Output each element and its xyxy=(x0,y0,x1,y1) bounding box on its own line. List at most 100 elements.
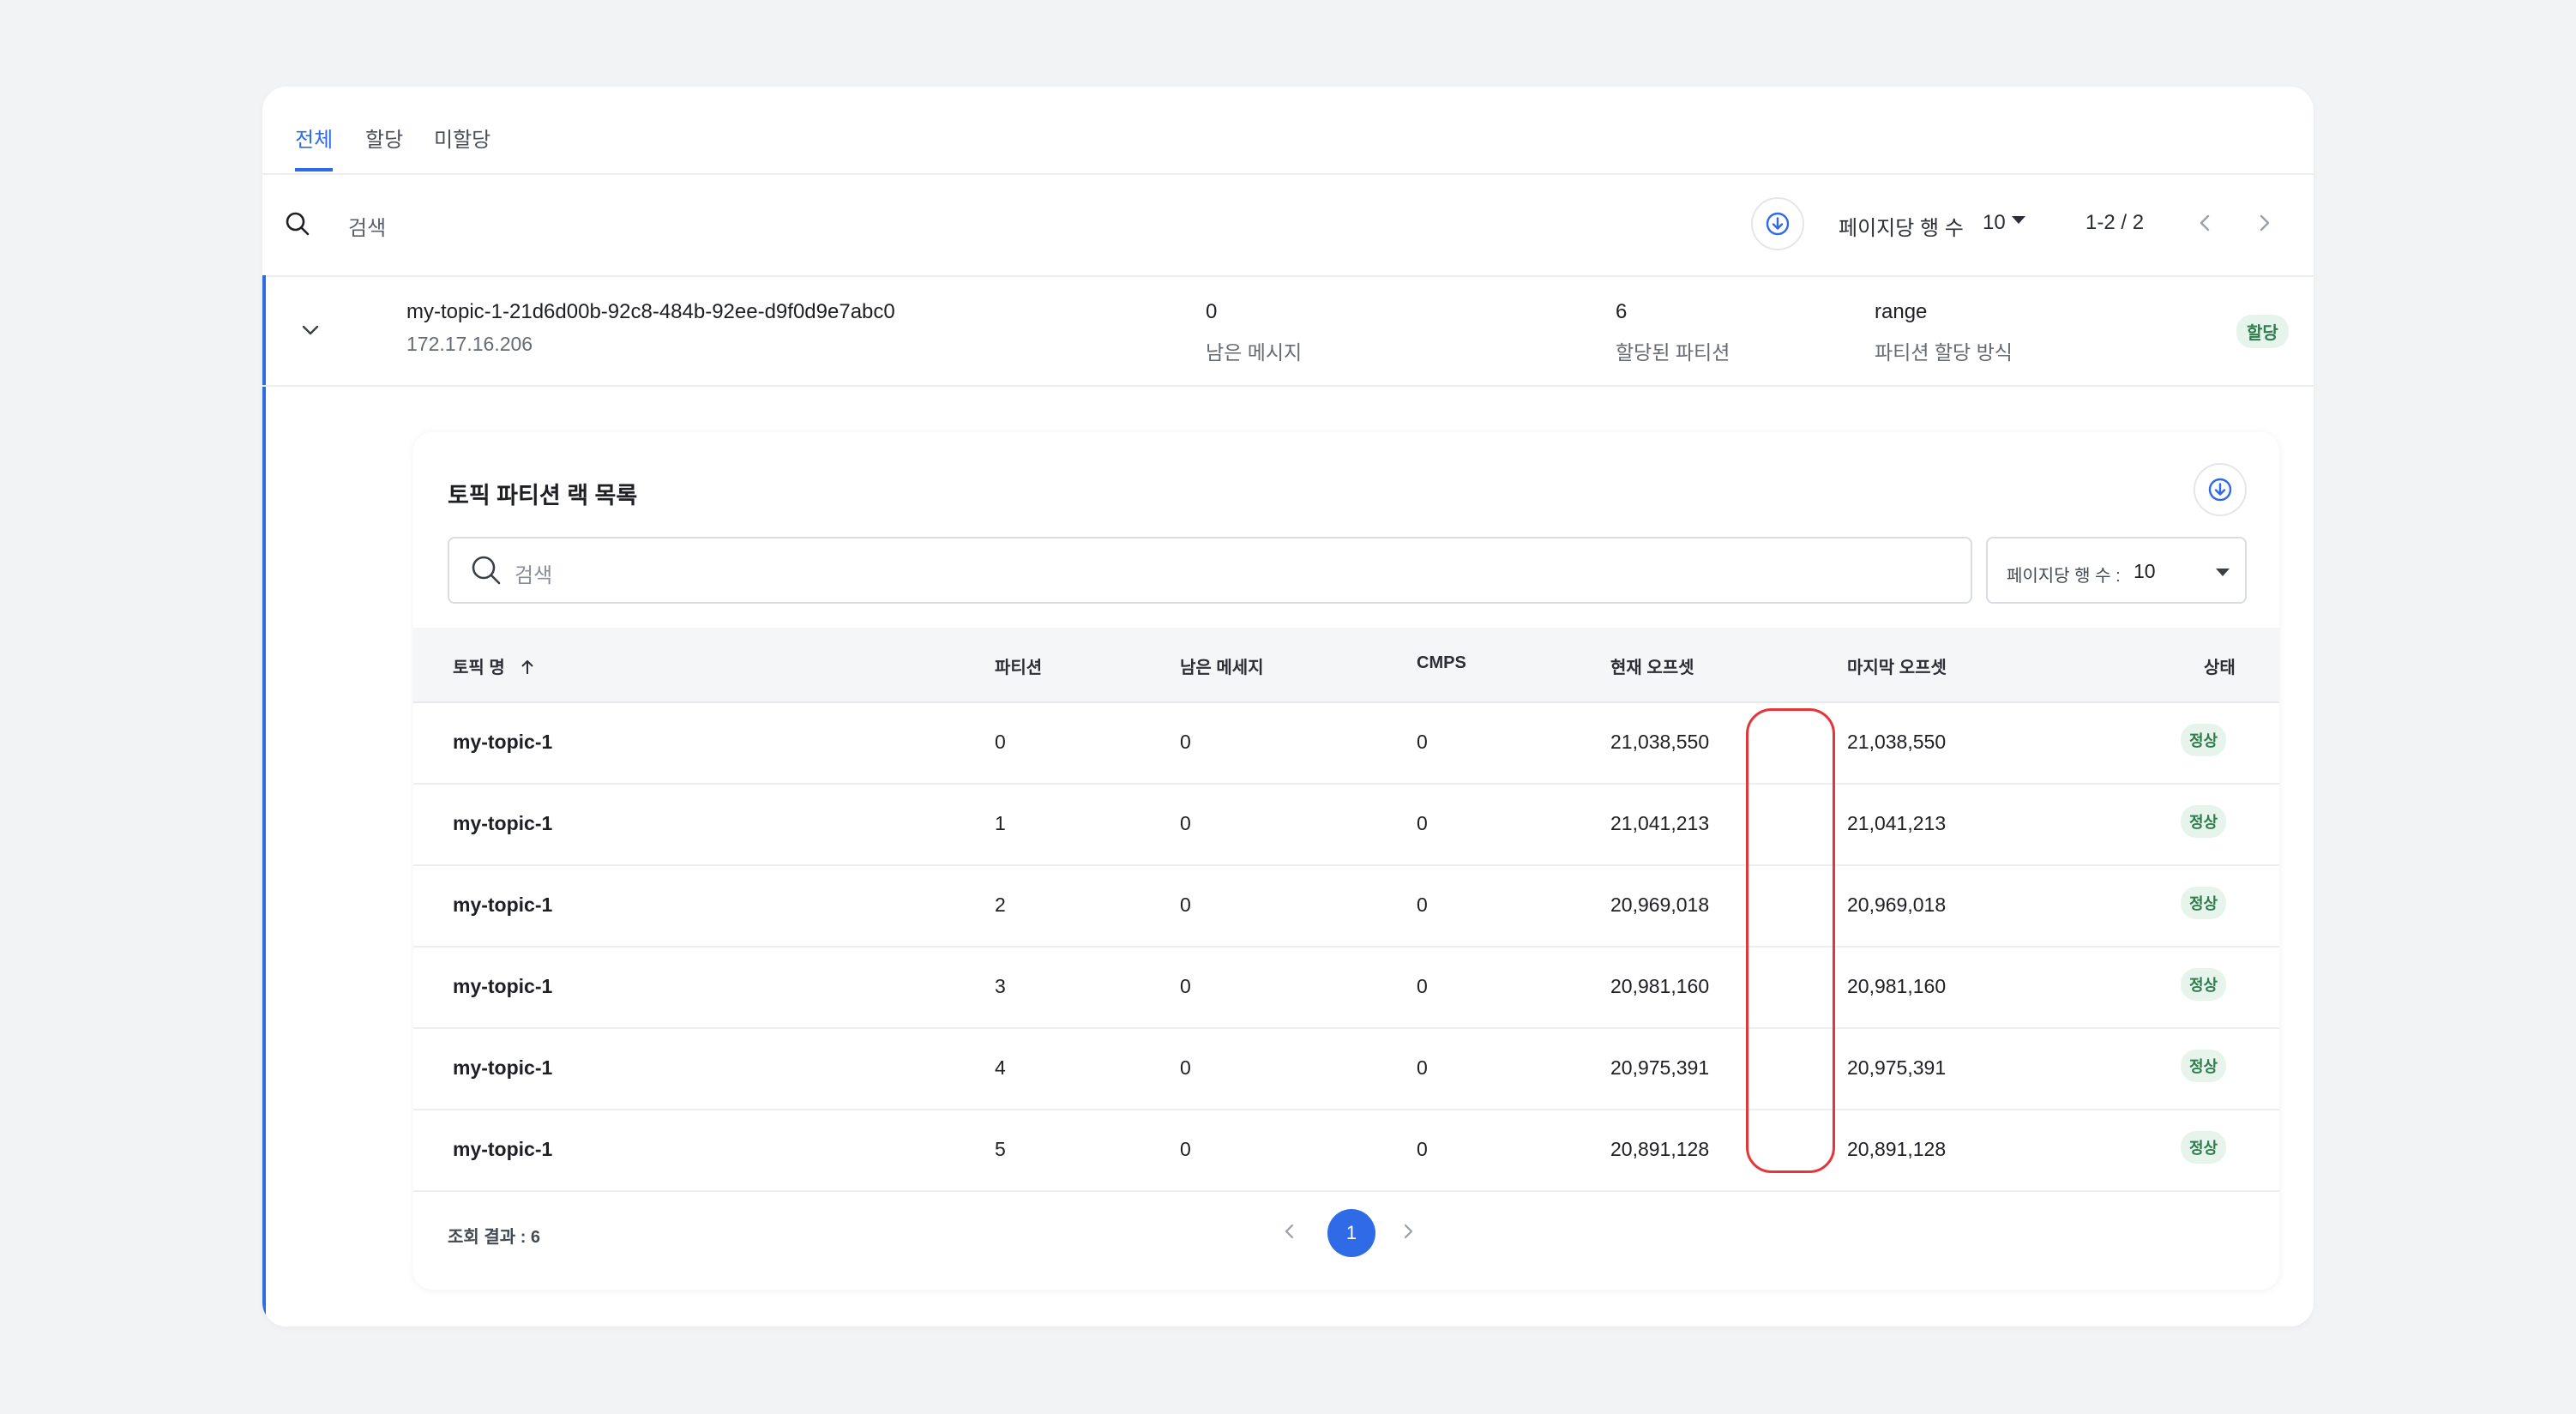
column-topic-name-label: 토픽 명 xyxy=(453,659,505,677)
status-badge: 정상 xyxy=(2181,1050,2227,1082)
current-offset-cell: 20,975,391 xyxy=(1610,1056,1710,1079)
last-offset-cell: 21,038,550 xyxy=(1847,731,1947,753)
column-cmps[interactable]: CMPS xyxy=(1417,653,1466,673)
column-current-offset[interactable]: 현재 오프셋 xyxy=(1610,653,1694,678)
rows-per-page-select[interactable]: 10 xyxy=(1983,211,2006,235)
column-partition[interactable]: 파티션 xyxy=(995,653,1042,678)
remaining-messages-value: 0 xyxy=(1206,300,1218,323)
cmps-cell: 0 xyxy=(1417,894,1428,916)
chevron-left-icon[interactable] xyxy=(2194,211,2218,239)
remaining-messages-cell: 0 xyxy=(1180,894,1191,916)
table-header: 토픽 명 파티션 남은 메세지 CMPS 현재 오프셋 마지막 오프셋 상태 xyxy=(413,628,2279,703)
remaining-messages-label: 남은 메시지 xyxy=(1206,341,1303,364)
sort-ascending-icon xyxy=(521,660,534,674)
consumer-group-card: 전체 할당 미할당 검색 페이지당 행 수 10 1-2 / 2 my-topi… xyxy=(262,87,2314,1327)
column-remaining-messages[interactable]: 남은 메세지 xyxy=(1180,653,1264,678)
assigned-partitions-value: 6 xyxy=(1616,300,1628,323)
topic-name-cell: my-topic-1 xyxy=(453,975,553,997)
remaining-messages-cell: 0 xyxy=(1180,731,1191,753)
expanded-row-accent xyxy=(262,275,266,1327)
table-row[interactable]: my-topic-1 0 0 0 21,038,550 21,038,550 정… xyxy=(413,703,2279,785)
tab-bar: 전체 할당 미할당 xyxy=(262,87,2314,175)
last-offset-cell: 20,975,391 xyxy=(1847,1056,1947,1079)
pagination-range: 1-2 / 2 xyxy=(2085,211,2145,234)
topic-name-cell: my-topic-1 xyxy=(453,1138,553,1160)
current-offset-cell: 21,041,213 xyxy=(1610,812,1710,834)
partition-cell: 5 xyxy=(995,1138,1006,1160)
table-row[interactable]: my-topic-1 5 0 0 20,891,128 20,891,128 정… xyxy=(413,1110,2279,1192)
status-badge: 정상 xyxy=(2181,805,2227,838)
toolbar: 검색 페이지당 행 수 10 1-2 / 2 xyxy=(262,173,2314,277)
panel-search-input[interactable]: 검색 xyxy=(448,537,1972,604)
status-badge: 정상 xyxy=(2181,1131,2227,1164)
result-count: 조회 결과 : 6 xyxy=(448,1228,541,1247)
assigned-partitions-stat: 6 할당된 파티션 xyxy=(1616,300,1730,365)
chevron-right-icon[interactable] xyxy=(2252,211,2276,239)
chevron-left-icon[interactable] xyxy=(1278,1219,1302,1248)
download-icon xyxy=(2208,478,2232,502)
cmps-cell: 0 xyxy=(1417,731,1428,753)
panel-download-button[interactable] xyxy=(2194,463,2247,516)
assignment-status-badge: 할당 xyxy=(2236,315,2289,348)
active-tab-indicator xyxy=(295,168,333,171)
current-offset-cell: 20,969,018 xyxy=(1610,894,1710,916)
search-input[interactable]: 검색 xyxy=(348,211,386,241)
consumer-host: 172.17.16.206 xyxy=(406,333,533,355)
cmps-cell: 0 xyxy=(1417,1138,1428,1160)
download-icon xyxy=(1766,212,1790,236)
column-last-offset[interactable]: 마지막 오프셋 xyxy=(1847,653,1947,678)
consumer-row[interactable]: my-topic-1-21d6d00b-92c8-484b-92ee-d9f0d… xyxy=(262,275,2314,387)
download-button[interactable] xyxy=(1751,197,1804,250)
cmps-cell: 0 xyxy=(1417,1056,1428,1079)
chevron-right-icon[interactable] xyxy=(1396,1219,1420,1248)
search-icon[interactable] xyxy=(285,211,310,241)
tab-assigned[interactable]: 할당 xyxy=(365,123,403,153)
partition-cell: 2 xyxy=(995,894,1006,916)
last-offset-cell: 20,969,018 xyxy=(1847,894,1947,916)
chevron-down-icon[interactable] xyxy=(298,320,322,345)
cmps-cell: 0 xyxy=(1417,975,1428,997)
search-placeholder: 검색 xyxy=(515,564,553,587)
rows-per-page-value: 10 xyxy=(2134,560,2156,582)
caret-down-icon xyxy=(2216,569,2230,576)
status-badge: 정상 xyxy=(2181,724,2227,756)
table-row[interactable]: my-topic-1 4 0 0 20,975,391 20,975,391 정… xyxy=(413,1029,2279,1110)
topic-name-cell: my-topic-1 xyxy=(453,1056,553,1079)
rows-per-page-label: 페이지당 행 수 xyxy=(1839,217,1964,240)
table-row[interactable]: my-topic-1 3 0 0 20,981,160 20,981,160 정… xyxy=(413,948,2279,1029)
panel-rows-per-page-select[interactable]: 페이지당 행 수 : 10 xyxy=(1986,537,2247,604)
assignment-method-stat: range 파티션 할당 방식 xyxy=(1875,300,2013,365)
current-offset-cell: 21,038,550 xyxy=(1610,731,1710,753)
caret-down-icon[interactable] xyxy=(2012,216,2025,224)
column-status[interactable]: 상태 xyxy=(2204,653,2236,678)
remaining-messages-cell: 0 xyxy=(1180,1138,1191,1160)
column-topic-name[interactable]: 토픽 명 xyxy=(453,653,537,678)
remaining-messages-stat: 0 남은 메시지 xyxy=(1206,300,1302,365)
topic-name-cell: my-topic-1 xyxy=(453,894,553,916)
topic-name-cell: my-topic-1 xyxy=(453,731,553,753)
status-badge: 정상 xyxy=(2181,887,2227,919)
cmps-cell: 0 xyxy=(1417,812,1428,834)
remaining-messages-cell: 0 xyxy=(1180,975,1191,997)
rows-per-page-label: 페이지당 행 수 : xyxy=(2007,567,2121,586)
partition-table: 토픽 명 파티션 남은 메세지 CMPS 현재 오프셋 마지막 오프셋 상태 m… xyxy=(413,628,2279,1192)
assignment-method-label: 파티션 할당 방식 xyxy=(1875,341,2013,364)
search-icon xyxy=(470,554,503,591)
partition-cell: 1 xyxy=(995,812,1006,834)
partition-lag-panel: 토픽 파티션 랙 목록 검색 페이지당 행 수 : 10 토픽 명 파티션 남은… xyxy=(413,432,2279,1290)
tab-unassigned[interactable]: 미할당 xyxy=(434,123,491,153)
pagination-page-button[interactable]: 1 xyxy=(1327,1209,1375,1257)
panel-title: 토픽 파티션 랙 목록 xyxy=(448,483,638,508)
current-offset-cell: 20,981,160 xyxy=(1610,975,1710,997)
assignment-method-value: range xyxy=(1875,300,1928,323)
partition-cell: 0 xyxy=(995,731,1006,753)
tab-all[interactable]: 전체 xyxy=(295,123,333,153)
partition-cell: 4 xyxy=(995,1056,1006,1079)
consumer-id: my-topic-1-21d6d00b-92c8-484b-92ee-d9f0d… xyxy=(406,300,895,323)
remaining-messages-cell: 0 xyxy=(1180,812,1191,834)
table-row[interactable]: my-topic-1 2 0 0 20,969,018 20,969,018 정… xyxy=(413,866,2279,948)
topic-name-cell: my-topic-1 xyxy=(453,812,553,834)
table-row[interactable]: my-topic-1 1 0 0 21,041,213 21,041,213 정… xyxy=(413,785,2279,866)
last-offset-cell: 21,041,213 xyxy=(1847,812,1947,834)
last-offset-cell: 20,981,160 xyxy=(1847,975,1947,997)
